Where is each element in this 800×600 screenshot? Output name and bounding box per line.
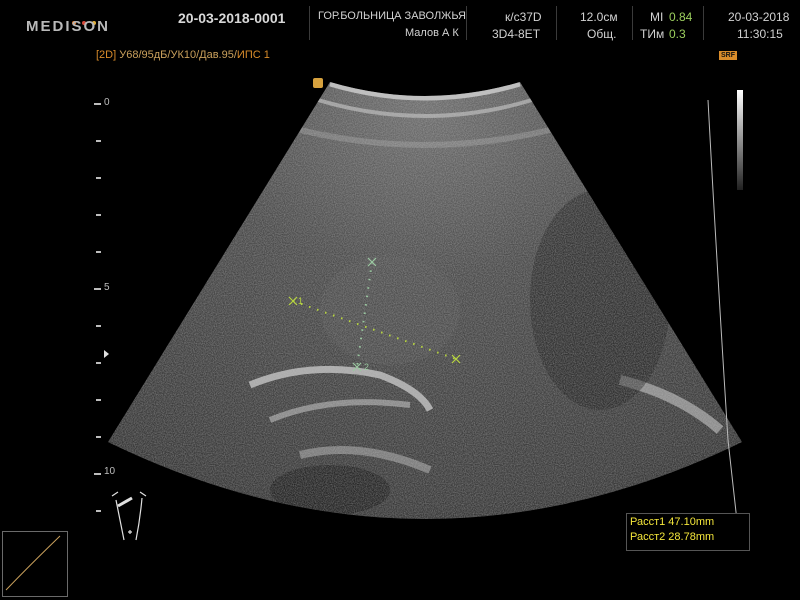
measurement-1: Расст1 47.10mm <box>630 516 715 528</box>
scale-label-0: 0 <box>104 97 110 108</box>
caliper-marker-1: 1 <box>298 296 304 306</box>
focus-marker-icon[interactable] <box>104 350 109 358</box>
caliper-marker-2: 2 <box>364 362 370 372</box>
scale-label-10: 10 <box>104 466 116 477</box>
measurement-box: Расст1 47.10mm Расст2 28.78mm <box>626 513 750 551</box>
scale-label-5: 5 <box>104 282 110 293</box>
depth-scale: 0 5 10 <box>92 96 122 536</box>
post-processing-curve-box <box>2 531 68 597</box>
grayscale-bar <box>737 90 743 190</box>
tgc-curve <box>707 99 739 531</box>
measurement-2: Расст2 28.78mm <box>630 531 715 543</box>
